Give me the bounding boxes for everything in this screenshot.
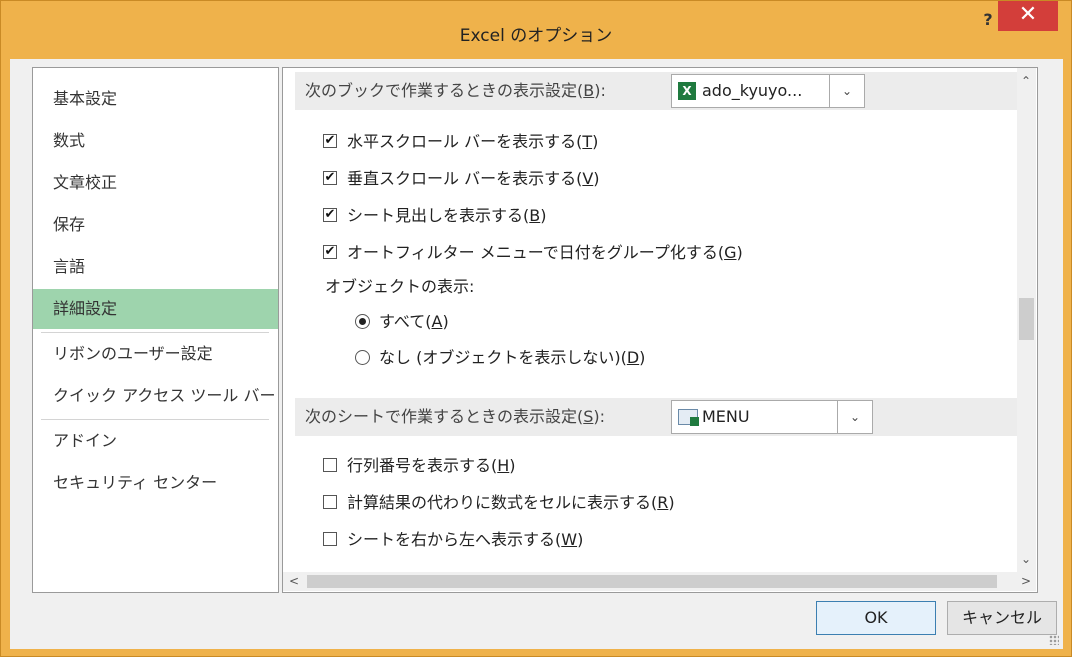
checkbox[interactable]: ✔ [323,171,337,185]
resize-grip-icon[interactable] [1049,635,1059,645]
worksheet-display-heading: 次のシートで作業するときの表示設定(S): [295,398,1017,436]
checkbox[interactable]: ✔ [323,208,337,222]
vertical-scrollbar[interactable]: ⌃ ⌄ [1017,68,1036,572]
nav-item-save[interactable]: 保存 [33,205,278,245]
objects-display-label: オブジェクトの表示: [325,277,475,296]
nav-divider [41,332,269,333]
nav-item-customize-ribbon[interactable]: リボンのユーザー設定 [33,334,278,374]
checkbox[interactable]: ✔ [323,134,337,148]
radio-button[interactable] [355,314,370,329]
excel-workbook-icon: X [678,82,696,100]
vertical-scroll-thumb[interactable] [1019,298,1034,340]
nav-item-basic[interactable]: 基本設定 [33,79,278,119]
ok-button[interactable]: OK [816,601,936,635]
nav-item-proofing[interactable]: 文章校正 [33,163,278,203]
radio-button[interactable] [355,350,370,365]
category-list: 基本設定 数式 文章校正 保存 言語 詳細設定 リボンのユーザー設定 クイック … [32,67,279,593]
dialog-title: Excel のオプション [459,26,613,46]
chevron-down-icon[interactable]: ⌄ [837,401,872,433]
horizontal-scroll-thumb[interactable] [307,575,997,588]
nav-item-addins[interactable]: アドイン [33,421,278,461]
title-bar: Excel のオプション ? ✕ [1,1,1071,59]
close-button[interactable]: ✕ [998,1,1058,31]
nav-item-formulas[interactable]: 数式 [33,121,278,161]
nav-item-advanced[interactable]: 詳細設定 [33,289,278,329]
cancel-button[interactable]: キャンセル [947,601,1057,635]
nav-item-quick-access-toolbar[interactable]: クイック アクセス ツール バー [33,376,278,416]
checkbox[interactable] [323,458,337,472]
horizontal-scrollbar[interactable]: < > [283,572,1036,591]
scroll-down-icon[interactable]: ⌄ [1021,552,1031,566]
nav-divider [41,419,269,420]
excel-sheet-icon [678,409,699,426]
workbook-display-heading: 次のブックで作業するときの表示設定(B): [295,72,1017,110]
workbook-select[interactable]: X ado_kyuyo... ⌄ [671,74,865,108]
checkbox[interactable] [323,532,337,546]
scroll-left-icon[interactable]: < [289,574,299,588]
checkbox[interactable] [323,495,337,509]
checkbox[interactable]: ✔ [323,245,337,259]
scroll-right-icon[interactable]: > [1021,574,1031,588]
worksheet-select[interactable]: MENU ⌄ [671,400,873,434]
scroll-up-icon[interactable]: ⌃ [1021,74,1031,88]
nav-item-language[interactable]: 言語 [33,247,278,287]
options-dialog: Excel のオプション ? ✕ 基本設定 数式 文章校正 保存 言語 詳細設定… [0,0,1072,657]
nav-item-trust-center[interactable]: セキュリティ センター [33,463,278,503]
chevron-down-icon[interactable]: ⌄ [829,75,864,107]
advanced-settings-pane: 次のブックで作業するときの表示設定(B): X ado_kyuyo... ⌄ ✔… [282,67,1038,593]
dialog-client-area: 基本設定 数式 文章校正 保存 言語 詳細設定 リボンのユーザー設定 クイック … [10,59,1063,649]
